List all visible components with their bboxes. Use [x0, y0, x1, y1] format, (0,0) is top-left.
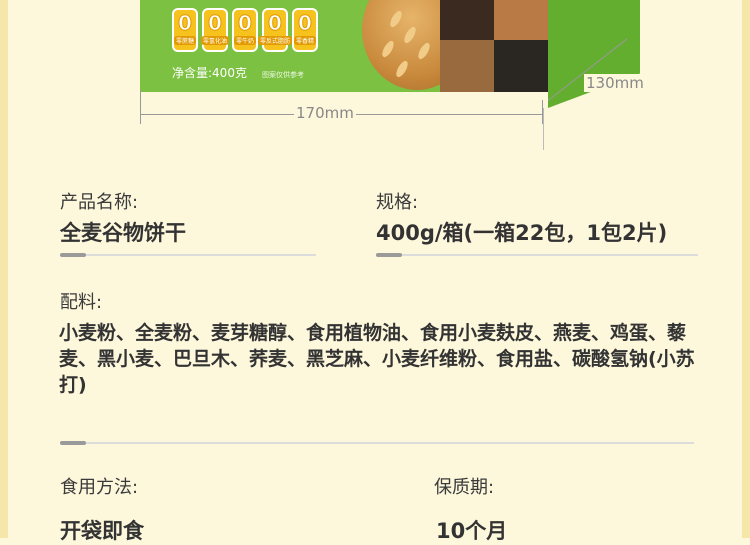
- spec-divider: [376, 254, 698, 256]
- spec-label: 规格:: [376, 192, 419, 213]
- badge-zero-hydrogenated-oil: 0 零氢化油: [201, 8, 230, 52]
- usage-value: 开袋即食: [60, 519, 144, 543]
- net-weight: 净含量:400克: [172, 66, 247, 80]
- badge-zero-flavoring: 0 零香精: [292, 8, 318, 52]
- grains-image: [440, 0, 548, 92]
- image-reference-note: 图案仅供参考: [262, 71, 304, 79]
- shelf-life-label: 保质期:: [434, 477, 495, 498]
- usage-label: 食用方法:: [60, 477, 139, 498]
- ingredients-value: 小麦粉、全麦粉、麦芽糖醇、食用植物油、食用小麦麸皮、燕麦、鸡蛋、藜麦、黑小麦、巴…: [59, 322, 695, 396]
- ingredients-label: 配料:: [60, 292, 103, 313]
- dim-tick-left: [140, 90, 141, 124]
- spec-value: 400g/箱(一箱22包，1包2片): [376, 221, 668, 245]
- badge-zero-sucrose: 0 零蔗糖: [172, 8, 198, 52]
- badge-zero-milk: 0 零牛奶: [232, 8, 258, 52]
- spec-divider-mark: [376, 253, 402, 257]
- ingredients-divider: [60, 442, 694, 444]
- width-dimension-label: 170mm: [294, 104, 356, 122]
- product-name-divider: [60, 254, 316, 256]
- product-box-illustration: 0 零蔗糖 0 零氢化油 0 零牛奶 0 零反式脂肪 0 零香精 净含量:400…: [0, 0, 750, 160]
- ingredients-divider-mark: [60, 441, 86, 445]
- badge-zero-trans-fat: 0 零反式脂肪: [258, 8, 293, 52]
- zero-additive-badges: 0 零蔗糖 0 零氢化油 0 零牛奶 0 零反式脂肪 0 零香精: [172, 8, 318, 52]
- product-name-value: 全麦谷物饼干: [60, 221, 186, 245]
- product-name-label: 产品名称:: [60, 192, 139, 213]
- depth-guide-line: [543, 108, 544, 150]
- depth-dimension-label: 130mm: [584, 74, 646, 92]
- shelf-life-value: 10个月: [436, 519, 508, 543]
- product-name-divider-mark: [60, 253, 86, 257]
